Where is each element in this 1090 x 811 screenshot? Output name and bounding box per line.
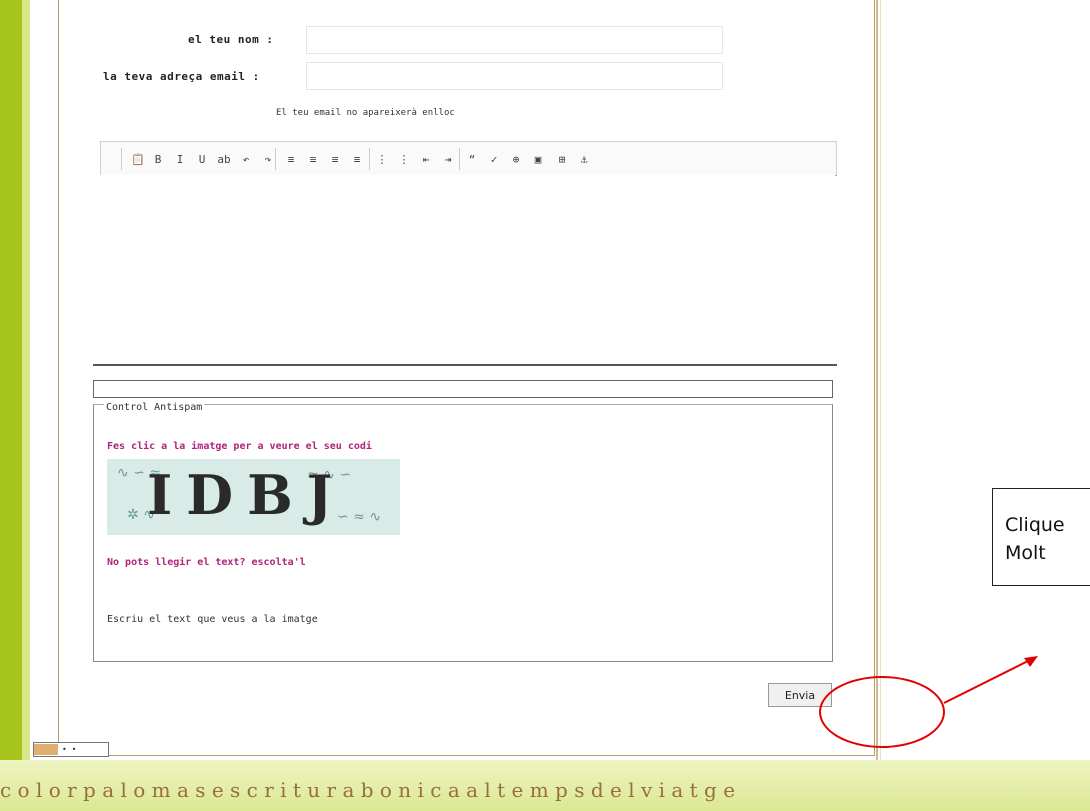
email-label: la teva adreça email :	[103, 70, 260, 83]
toolbar-separator	[121, 148, 122, 170]
link-icon[interactable]: ⊕	[507, 150, 525, 168]
unordered-list-icon[interactable]: ⋮	[395, 150, 413, 168]
captcha-click-instruction[interactable]: Fes clic a la imatge per a veure el seu …	[107, 441, 372, 452]
underline-icon[interactable]: U	[193, 150, 211, 168]
redo-icon[interactable]: ↷	[259, 150, 277, 168]
callout-line-1: Clique	[1005, 514, 1065, 536]
widget-flag-icon	[34, 744, 58, 755]
captcha-image[interactable]: ∿ ∽ ≈ ≈ ∿ ∽ ✲ ∿ ∽ ≈ ∿ IDBJ	[107, 459, 400, 535]
spellcheck-icon[interactable]: ✓	[485, 150, 503, 168]
align-justify-icon[interactable]: ≡	[348, 150, 366, 168]
quote-icon[interactable]: “	[463, 150, 481, 168]
name-label: el teu nom :	[188, 33, 274, 46]
decorative-footer-band: c o l o r p a l o m a s e s c r i t u r …	[0, 760, 1090, 811]
small-widget[interactable]: • •	[33, 742, 109, 757]
align-right-icon[interactable]: ≡	[326, 150, 344, 168]
annotation-callout: Clique Molt	[992, 488, 1090, 586]
email-input[interactable]	[306, 62, 723, 90]
widget-label: • •	[62, 745, 77, 754]
captcha-audio-link[interactable]: No pots llegir el text? escolta'l	[107, 557, 306, 568]
ordered-list-icon[interactable]: ⋮	[373, 150, 391, 168]
name-input[interactable]	[306, 26, 723, 54]
right-border-line-light	[880, 0, 881, 760]
left-decorative-stripe-light	[22, 0, 30, 760]
antispam-legend: Control Antispam	[104, 402, 205, 413]
toolbar-separator	[369, 148, 370, 170]
image-icon[interactable]: ▣	[529, 150, 547, 168]
toolbar-separator	[459, 148, 460, 170]
editor-divider	[93, 364, 837, 366]
callout-line-2: Molt	[1005, 542, 1046, 564]
table-icon[interactable]: ⊞	[553, 150, 571, 168]
editor-toolbar: 📋 B I Uab ↶ ↷ ≡ ≡ ≡ ≡ ⋮ ⋮ ⇤ ⇥ “✓ ⊕ ▣ ⊞ ⚓	[100, 141, 837, 176]
email-privacy-note: El teu email no apareixerà enlloc	[276, 108, 455, 118]
undo-icon[interactable]: ↶	[237, 150, 255, 168]
paste-icon[interactable]: 📋	[129, 150, 147, 168]
footer-band-text: c o l o r p a l o m a s e s c r i t u r …	[0, 778, 736, 802]
italic-icon[interactable]: I	[171, 150, 189, 168]
outdent-icon[interactable]: ⇤	[417, 150, 435, 168]
anchor-icon[interactable]: ⚓	[575, 150, 593, 168]
captcha-code: IDBJ	[147, 463, 347, 527]
captcha-write-instruction: Escriu el text que veus a la imatge	[107, 614, 318, 625]
align-center-icon[interactable]: ≡	[304, 150, 322, 168]
bold-icon[interactable]: B	[149, 150, 167, 168]
left-decorative-stripe	[0, 0, 22, 760]
message-editor[interactable]	[100, 175, 835, 363]
indent-icon[interactable]: ⇥	[439, 150, 457, 168]
subject-input[interactable]	[93, 380, 833, 398]
highlight-circle	[819, 676, 945, 748]
strikethrough-icon[interactable]: ab	[215, 150, 233, 168]
right-border-line	[876, 0, 878, 760]
align-left-icon[interactable]: ≡	[282, 150, 300, 168]
